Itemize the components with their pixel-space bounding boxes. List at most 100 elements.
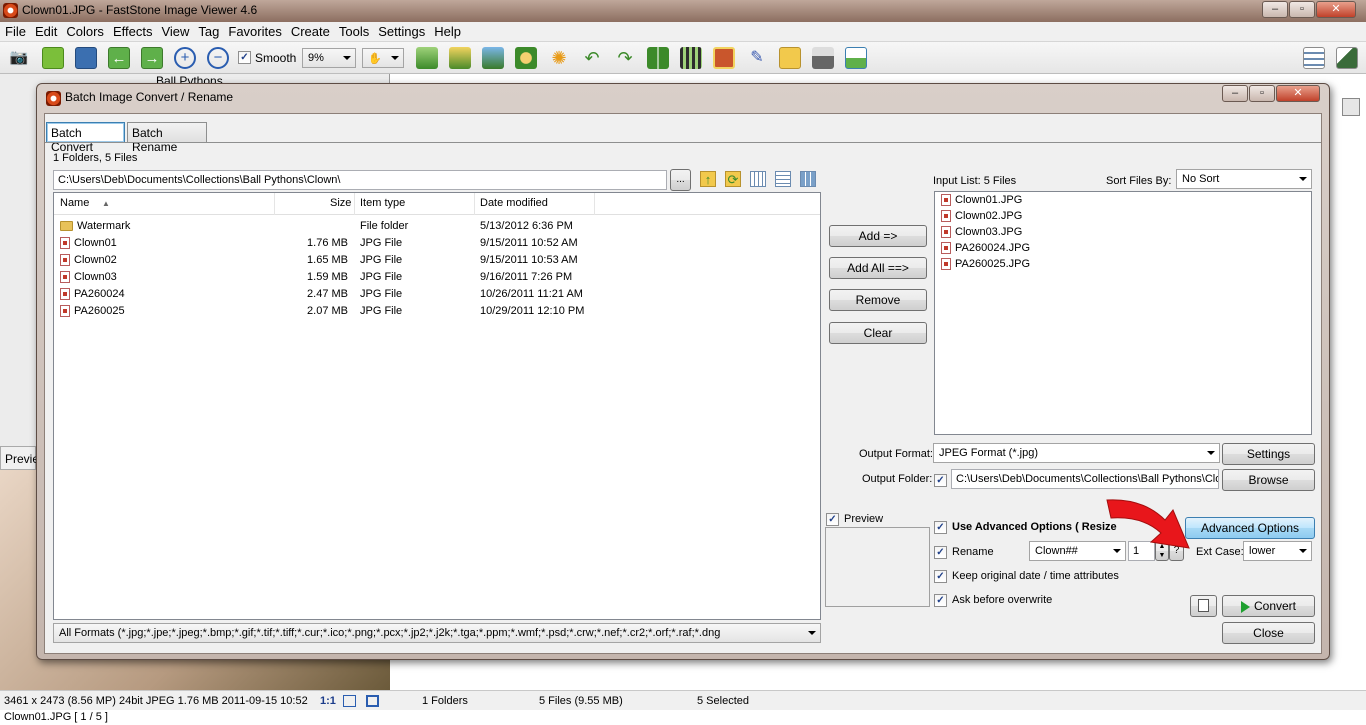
folder-up-icon[interactable]: ↑ bbox=[700, 171, 716, 187]
file-row[interactable]: Clown01 1.76 MB JPG File 9/15/2011 10:52… bbox=[54, 235, 820, 252]
settings-button[interactable]: Settings bbox=[1222, 443, 1315, 465]
trash-icon[interactable] bbox=[1342, 98, 1360, 116]
frame-icon[interactable] bbox=[713, 47, 735, 69]
list-item[interactable]: PA260024.JPG bbox=[941, 242, 1030, 255]
file-row[interactable]: PA260025 2.07 MB JPG File 10/29/2011 12:… bbox=[54, 303, 820, 320]
remove-button[interactable]: Remove bbox=[829, 289, 927, 311]
jpg-file-icon bbox=[60, 305, 70, 318]
add-button[interactable]: Add => bbox=[829, 225, 927, 247]
open-folder-icon[interactable] bbox=[42, 47, 64, 69]
browse-path-button[interactable]: ... bbox=[670, 169, 691, 191]
menu-favorites[interactable]: Favorites bbox=[223, 22, 285, 39]
minimize-button[interactable]: – bbox=[1262, 1, 1288, 18]
dialog-maximize-button[interactable]: ▫ bbox=[1249, 85, 1275, 102]
next-icon[interactable]: → bbox=[141, 47, 163, 69]
browse-button[interactable]: Browse bbox=[1222, 469, 1315, 491]
clear-button[interactable]: Clear bbox=[829, 322, 927, 344]
menu-edit[interactable]: Edit bbox=[30, 22, 61, 39]
email-icon[interactable] bbox=[779, 47, 801, 69]
add-all-button[interactable]: Add All ==> bbox=[829, 257, 927, 279]
flip-icon[interactable] bbox=[647, 47, 669, 69]
folder-path-input[interactable]: C:\Users\Deb\Documents\Collections\Ball … bbox=[53, 170, 667, 190]
menu-effects[interactable]: Effects bbox=[108, 22, 157, 39]
menu-file[interactable]: File bbox=[0, 22, 30, 39]
fullscreen-icon[interactable] bbox=[1336, 47, 1358, 69]
menu-tools[interactable]: Tools bbox=[334, 22, 373, 39]
zoom-select[interactable]: 9% bbox=[302, 48, 356, 68]
list-view-icon[interactable] bbox=[750, 171, 766, 187]
draw-icon[interactable]: ✎ bbox=[746, 47, 768, 69]
menu-view[interactable]: View bbox=[156, 22, 193, 39]
slideshow-icon[interactable] bbox=[845, 47, 867, 69]
output-folder-input[interactable]: C:\Users\Deb\Documents\Collections\Ball … bbox=[951, 469, 1219, 489]
file-row[interactable]: Watermark File folder 5/13/2012 6:36 PM bbox=[54, 218, 820, 235]
sun-icon[interactable]: ✺ bbox=[548, 47, 570, 69]
file-row[interactable]: PA260024 2.47 MB JPG File 10/26/2011 11:… bbox=[54, 286, 820, 303]
details-view-icon[interactable] bbox=[775, 171, 791, 187]
dialog-close-button[interactable]: ✕ bbox=[1276, 85, 1320, 102]
adjust-icon[interactable] bbox=[515, 47, 537, 69]
rename-checkbox[interactable]: ✓ bbox=[934, 546, 947, 559]
maximize-button[interactable]: ▫ bbox=[1289, 1, 1315, 18]
sort-select[interactable]: No Sort bbox=[1176, 169, 1312, 189]
menu-create[interactable]: Create bbox=[286, 22, 334, 39]
menu-settings[interactable]: Settings bbox=[373, 22, 429, 39]
tab-batch-rename[interactable]: Batch Rename bbox=[127, 122, 207, 154]
list-item[interactable]: PA260025.JPG bbox=[941, 258, 1030, 271]
tab-batch-convert[interactable]: Batch Convert bbox=[46, 122, 125, 154]
menu-help[interactable]: Help bbox=[429, 22, 465, 39]
print-icon[interactable] bbox=[812, 47, 834, 69]
dialog-minimize-button[interactable]: – bbox=[1222, 85, 1248, 102]
input-list-label: Input List: 5 Files bbox=[933, 175, 1017, 187]
preview-file-button[interactable] bbox=[1190, 595, 1217, 617]
ask-overwrite-checkbox[interactable]: ✓ bbox=[934, 594, 947, 607]
close-button[interactable]: Close bbox=[1222, 622, 1315, 644]
use-advanced-checkbox[interactable]: ✓ bbox=[934, 521, 947, 534]
hand-tool-select[interactable]: ✋ bbox=[362, 48, 404, 68]
rotate-left-icon[interactable]: ↶ bbox=[581, 47, 603, 69]
ext-case-select[interactable]: lower bbox=[1243, 541, 1312, 561]
zoom-in-icon[interactable]: + bbox=[174, 47, 196, 69]
file-row[interactable]: Clown02 1.65 MB JPG File 9/15/2011 10:53… bbox=[54, 252, 820, 269]
file-filter-select[interactable]: All Formats (*.jpg;*.jpe;*.jpeg;*.bmp;*.… bbox=[53, 623, 821, 643]
camera-icon[interactable]: 📷 bbox=[8, 47, 30, 69]
tool-icon-1[interactable] bbox=[416, 47, 438, 69]
folders-count: 1 Folders bbox=[422, 695, 468, 707]
jpg-file-icon bbox=[60, 254, 70, 267]
input-file-list[interactable]: Clown01.JPG Clown02.JPG Clown03.JPG PA26… bbox=[934, 191, 1312, 435]
preview-checkbox[interactable]: ✓ bbox=[826, 513, 839, 526]
list-item[interactable]: Clown02.JPG bbox=[941, 210, 1022, 223]
layout-icon-1[interactable] bbox=[1303, 47, 1325, 69]
col-name[interactable]: Name bbox=[60, 197, 89, 209]
fit-icon[interactable] bbox=[343, 695, 356, 707]
refresh-folder-icon[interactable]: ⟳ bbox=[725, 171, 741, 187]
dialog-title: Batch Image Convert / Rename bbox=[65, 90, 234, 104]
file-row[interactable]: Clown03 1.59 MB JPG File 9/16/2011 7:26 … bbox=[54, 269, 820, 286]
close-window-button[interactable]: ✕ bbox=[1316, 1, 1356, 18]
previous-icon[interactable]: ← bbox=[108, 47, 130, 69]
list-item[interactable]: Clown03.JPG bbox=[941, 226, 1022, 239]
menu-colors[interactable]: Colors bbox=[61, 22, 108, 39]
menu-tag[interactable]: Tag bbox=[193, 22, 223, 39]
col-size[interactable]: Size bbox=[330, 197, 351, 209]
zoom-out-icon[interactable]: − bbox=[207, 47, 229, 69]
preview-tab[interactable]: Previe bbox=[5, 452, 39, 466]
smooth-checkbox[interactable]: ✓ bbox=[238, 51, 251, 64]
filmstrip-icon[interactable] bbox=[680, 47, 702, 69]
file-list[interactable]: Name ▲ Size Item type Date modified Wate… bbox=[53, 192, 821, 620]
convert-button[interactable]: Convert bbox=[1222, 595, 1315, 617]
actual-size-icon[interactable] bbox=[366, 695, 379, 707]
rotate-right-icon[interactable]: ↷ bbox=[614, 47, 636, 69]
advanced-options-button[interactable]: Advanced Options bbox=[1185, 517, 1315, 539]
save-icon[interactable] bbox=[75, 47, 97, 69]
resize-icon[interactable] bbox=[482, 47, 504, 69]
thumbnail-view-icon[interactable] bbox=[800, 171, 816, 187]
output-folder-checkbox[interactable]: ✓ bbox=[934, 474, 947, 487]
list-item[interactable]: Clown01.JPG bbox=[941, 194, 1022, 207]
col-type[interactable]: Item type bbox=[360, 197, 405, 209]
crop-icon[interactable] bbox=[449, 47, 471, 69]
keep-date-checkbox[interactable]: ✓ bbox=[934, 570, 947, 583]
ratio-label[interactable]: 1:1 bbox=[320, 695, 336, 707]
output-format-select[interactable]: JPEG Format (*.jpg) bbox=[933, 443, 1220, 463]
col-date[interactable]: Date modified bbox=[480, 197, 548, 209]
